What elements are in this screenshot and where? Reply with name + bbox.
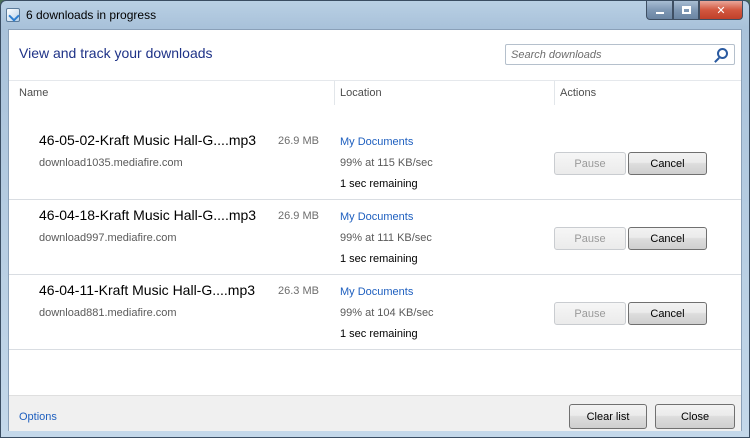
- cancel-button[interactable]: Cancel: [628, 302, 707, 325]
- download-progress: 99% at 115 KB/sec: [340, 157, 433, 169]
- maximize-icon: [681, 6, 691, 14]
- file-size: 26.9 MB: [278, 210, 319, 222]
- download-row[interactable]: 46-05-02-Kraft Music Hall-G....mp3 26.9 …: [9, 104, 741, 200]
- download-row[interactable]: 46-04-18-Kraft Music Hall-G....mp3 26.9 …: [9, 200, 741, 275]
- pause-button[interactable]: Pause: [554, 302, 626, 325]
- search-icon[interactable]: [713, 47, 729, 63]
- column-header-location[interactable]: Location: [340, 87, 382, 99]
- download-manager-icon: [6, 7, 20, 22]
- dialog-footer: Options Clear list Close: [9, 395, 741, 431]
- file-name: 46-04-11-Kraft Music Hall-G....mp3: [39, 282, 256, 298]
- download-progress: 99% at 104 KB/sec: [340, 307, 434, 319]
- column-divider: [334, 81, 335, 105]
- file-name: 46-05-02-Kraft Music Hall-G....mp3: [39, 132, 257, 148]
- file-source: download881.mediafire.com: [39, 307, 177, 319]
- location-link[interactable]: My Documents: [340, 211, 413, 223]
- downloads-window: 6 downloads in progress ✕ View and track…: [0, 0, 750, 438]
- downloads-list: 46-05-02-Kraft Music Hall-G....mp3 26.9 …: [9, 104, 741, 350]
- pause-button[interactable]: Pause: [554, 152, 626, 175]
- column-header-actions[interactable]: Actions: [560, 87, 596, 99]
- location-link[interactable]: My Documents: [340, 136, 413, 148]
- location-link[interactable]: My Documents: [340, 286, 413, 298]
- file-size: 26.9 MB: [278, 135, 319, 147]
- caption-buttons: ✕: [646, 1, 743, 20]
- search-box[interactable]: [505, 44, 735, 65]
- time-remaining: 1 sec remaining: [340, 253, 418, 265]
- cancel-button[interactable]: Cancel: [628, 227, 707, 250]
- page-title: View and track your downloads: [19, 45, 213, 61]
- column-headers: Name Location Actions: [9, 80, 741, 105]
- download-progress: 99% at 111 KB/sec: [340, 232, 432, 244]
- file-source: download1035.mediafire.com: [39, 157, 183, 169]
- file-source: download997.mediafire.com: [39, 232, 177, 244]
- close-window-button[interactable]: ✕: [699, 1, 743, 20]
- options-link[interactable]: Options: [19, 411, 57, 423]
- minimize-icon: [655, 12, 664, 14]
- file-name: 46-04-18-Kraft Music Hall-G....mp3: [39, 207, 257, 223]
- close-icon: ✕: [716, 3, 726, 17]
- title-bar[interactable]: 6 downloads in progress ✕: [1, 1, 749, 28]
- cancel-button[interactable]: Cancel: [628, 152, 707, 175]
- clear-list-button[interactable]: Clear list: [569, 404, 647, 429]
- pause-button[interactable]: Pause: [554, 227, 626, 250]
- download-row[interactable]: 46-04-11-Kraft Music Hall-G....mp3 26.3 …: [9, 275, 741, 350]
- file-size: 26.3 MB: [278, 285, 319, 297]
- time-remaining: 1 sec remaining: [340, 178, 418, 190]
- column-header-name[interactable]: Name: [19, 87, 48, 99]
- maximize-button[interactable]: [673, 1, 699, 20]
- column-divider: [554, 81, 555, 105]
- time-remaining: 1 sec remaining: [340, 328, 418, 340]
- search-input[interactable]: [511, 48, 713, 61]
- minimize-button[interactable]: [646, 1, 673, 20]
- close-button[interactable]: Close: [655, 404, 735, 429]
- dialog-body: View and track your downloads Name Locat…: [8, 29, 742, 431]
- window-title: 6 downloads in progress: [26, 7, 157, 22]
